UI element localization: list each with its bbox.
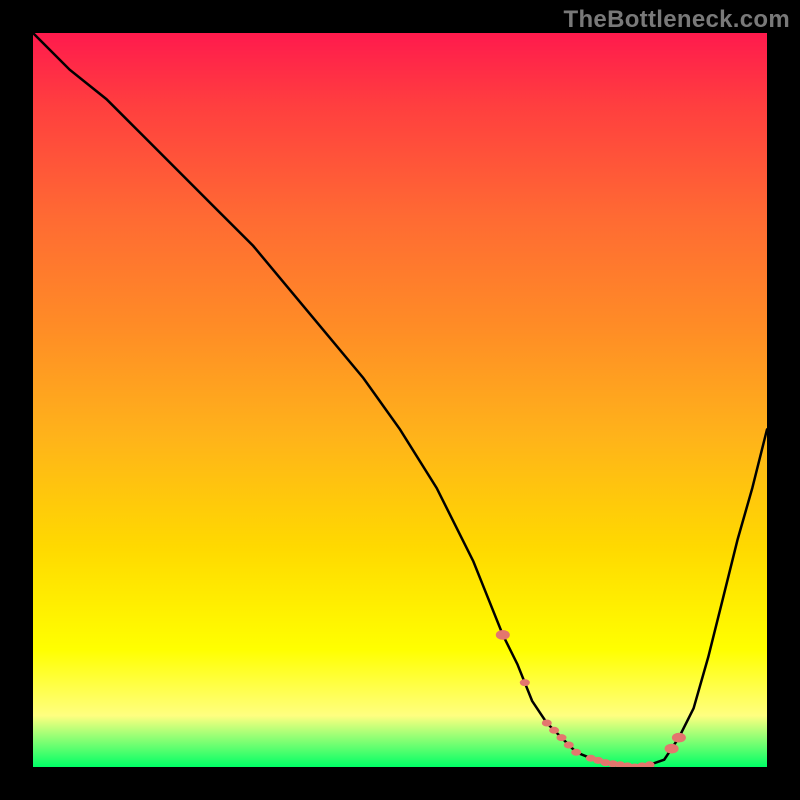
valley-marker: [520, 679, 530, 686]
valley-marker: [496, 630, 510, 640]
watermark-text: TheBottleneck.com: [564, 6, 790, 34]
chart-svg: [33, 33, 767, 767]
valley-marker: [645, 761, 655, 767]
valley-marker: [672, 733, 686, 743]
valley-marker: [564, 742, 574, 749]
valley-marker: [542, 720, 552, 727]
chart-frame: TheBottleneck.com: [0, 0, 800, 800]
bottleneck-curve: [33, 33, 767, 767]
valley-marker: [557, 734, 567, 741]
chart-plot-area: [33, 33, 767, 767]
valley-markers: [496, 630, 686, 767]
valley-marker: [571, 749, 581, 756]
valley-marker: [549, 727, 559, 734]
valley-marker: [665, 744, 679, 754]
